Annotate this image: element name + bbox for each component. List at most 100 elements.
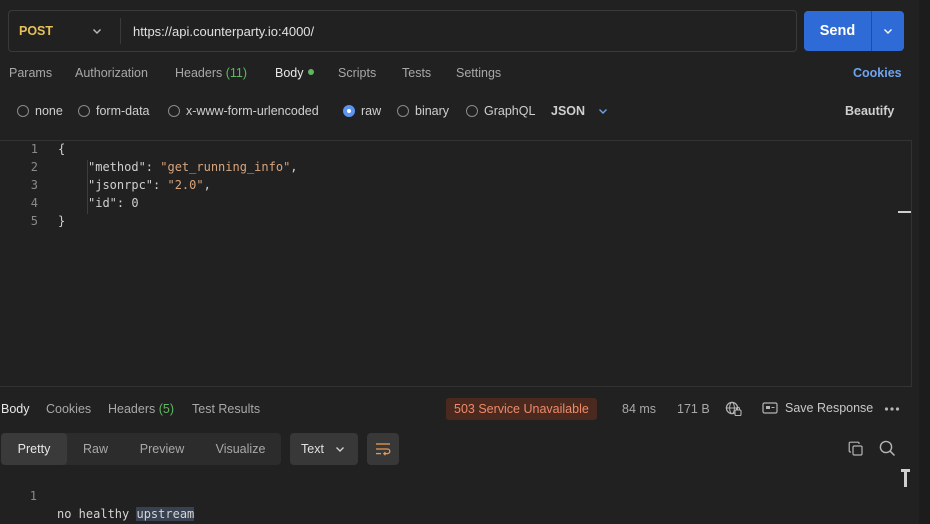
response-tab-cookies[interactable]: Cookies bbox=[46, 402, 91, 418]
save-icon bbox=[762, 402, 778, 414]
search-icon[interactable] bbox=[879, 440, 896, 457]
url-divider bbox=[120, 18, 121, 44]
tab-params[interactable]: Params bbox=[9, 66, 52, 84]
line-number: 5 bbox=[30, 214, 38, 228]
json-key: "id" bbox=[88, 196, 117, 210]
response-size[interactable]: 171 B bbox=[677, 402, 710, 416]
json-key: "method" bbox=[88, 160, 146, 174]
chevron-down-icon bbox=[599, 109, 608, 114]
method-select[interactable]: POST bbox=[19, 11, 119, 51]
save-response-label: Save Response bbox=[785, 401, 874, 415]
json-comma: , bbox=[290, 160, 298, 174]
json-separator: : bbox=[153, 178, 168, 192]
tab-headers-label: Headers bbox=[175, 66, 223, 80]
radio-form-data[interactable]: form-data bbox=[78, 103, 150, 119]
line-number: 4 bbox=[30, 196, 38, 210]
wrap-lines-icon bbox=[376, 443, 391, 456]
status-badge[interactable]: 503 Service Unavailable bbox=[446, 398, 597, 420]
globe-lock-icon[interactable] bbox=[725, 401, 742, 417]
editor-scroll-marker[interactable] bbox=[898, 211, 911, 213]
radio-none[interactable]: none bbox=[17, 103, 63, 119]
highlighted-text: upstream bbox=[136, 507, 195, 521]
view-visualize[interactable]: Visualize bbox=[200, 433, 281, 465]
json-string-value: "get_running_info" bbox=[160, 160, 291, 174]
radio-graphql-label: GraphQL bbox=[484, 104, 536, 118]
view-raw[interactable]: Raw bbox=[67, 433, 124, 465]
send-button-group: Send bbox=[804, 11, 904, 51]
json-brace: { bbox=[58, 142, 66, 156]
tab-body[interactable]: Body bbox=[275, 66, 314, 84]
url-input[interactable]: https://api.counterparty.io:4000/ bbox=[133, 11, 314, 51]
chevron-down-icon[interactable] bbox=[91, 25, 103, 37]
chevron-down-icon bbox=[335, 447, 344, 452]
radio-circle bbox=[168, 105, 180, 117]
code-line[interactable]: 4 "id": 0 bbox=[0, 194, 900, 212]
json-string-value: "2.0" bbox=[167, 178, 204, 192]
code-line[interactable]: 5} bbox=[0, 212, 900, 230]
radio-circle bbox=[466, 105, 478, 117]
tab-headers[interactable]: Headers (11) bbox=[175, 66, 247, 84]
radio-form-data-label: form-data bbox=[96, 104, 150, 118]
cookies-link[interactable]: Cookies bbox=[853, 66, 902, 84]
tab-settings[interactable]: Settings bbox=[456, 66, 501, 84]
line-number: 1 bbox=[29, 489, 37, 503]
response-time[interactable]: 84 ms bbox=[622, 402, 656, 416]
radio-none-label: none bbox=[35, 104, 63, 118]
save-response-button[interactable]: Save Response bbox=[762, 401, 873, 415]
code-text: { bbox=[58, 140, 65, 158]
tab-scripts[interactable]: Scripts bbox=[338, 66, 376, 84]
code-text: "method": "get_running_info", bbox=[88, 158, 298, 176]
code-text: } bbox=[58, 212, 65, 230]
response-tab-headers-label: Headers bbox=[108, 402, 156, 416]
radio-binary-label: binary bbox=[415, 104, 450, 118]
format-select[interactable]: Text bbox=[290, 433, 358, 465]
tab-body-label: Body bbox=[275, 66, 304, 80]
response-view-switcher: Pretty Raw Preview Visualize bbox=[1, 433, 281, 465]
send-options-button[interactable] bbox=[872, 11, 904, 51]
copy-icon[interactable] bbox=[848, 441, 864, 457]
language-label: JSON bbox=[551, 104, 586, 118]
response-tab-body[interactable]: Body bbox=[1, 402, 30, 418]
response-scroll-marker[interactable] bbox=[901, 469, 910, 487]
radio-raw[interactable]: raw bbox=[343, 103, 381, 119]
tab-authorization[interactable]: Authorization bbox=[75, 66, 148, 84]
send-button[interactable]: Send bbox=[804, 11, 871, 51]
url-bar: POST https://api.counterparty.io:4000/ bbox=[8, 10, 797, 52]
json-brace: } bbox=[58, 214, 66, 228]
view-preview[interactable]: Preview bbox=[124, 433, 200, 465]
code-line[interactable]: 3 "jsonrpc": "2.0", bbox=[0, 176, 900, 194]
body-indicator-dot bbox=[307, 69, 314, 75]
response-tab-test-results[interactable]: Test Results bbox=[192, 402, 260, 418]
json-separator: : bbox=[116, 196, 132, 210]
radio-binary[interactable]: binary bbox=[397, 103, 449, 119]
code-text: "id": 0 bbox=[88, 194, 139, 212]
tab-tests[interactable]: Tests bbox=[402, 66, 431, 84]
radio-graphql[interactable]: GraphQL bbox=[466, 103, 535, 119]
view-pretty[interactable]: Pretty bbox=[1, 433, 67, 465]
json-comma: , bbox=[203, 178, 211, 192]
radio-urlencoded[interactable]: x-www-form-urlencoded bbox=[168, 103, 319, 119]
chevron-down-icon bbox=[884, 29, 892, 34]
radio-circle-selected bbox=[343, 105, 355, 117]
radio-circle bbox=[78, 105, 90, 117]
tab-headers-count: (11) bbox=[225, 66, 248, 80]
json-key: "jsonrpc" bbox=[88, 178, 154, 192]
code-line[interactable]: 1{ bbox=[0, 140, 900, 158]
wrap-lines-button[interactable] bbox=[367, 433, 399, 465]
response-body-line[interactable]: 1 no healthy upstream bbox=[0, 469, 880, 521]
language-select[interactable]: JSON bbox=[551, 103, 609, 119]
radio-raw-label: raw bbox=[361, 104, 382, 118]
radio-circle bbox=[17, 105, 29, 117]
response-tab-headers-count: (5) bbox=[158, 402, 175, 416]
line-number: 2 bbox=[30, 160, 38, 174]
window-scrollbar[interactable] bbox=[919, 0, 930, 524]
format-label: Text bbox=[301, 442, 324, 456]
json-number-value: 0 bbox=[131, 196, 139, 210]
more-horizontal-icon[interactable] bbox=[884, 405, 900, 413]
line-number: 1 bbox=[30, 142, 38, 156]
response-tab-headers[interactable]: Headers (5) bbox=[108, 402, 174, 418]
code-line[interactable]: 2 "method": "get_running_info", bbox=[0, 158, 900, 176]
line-number: 3 bbox=[30, 178, 38, 192]
beautify-button[interactable]: Beautify bbox=[845, 103, 894, 119]
method-label: POST bbox=[19, 24, 54, 38]
